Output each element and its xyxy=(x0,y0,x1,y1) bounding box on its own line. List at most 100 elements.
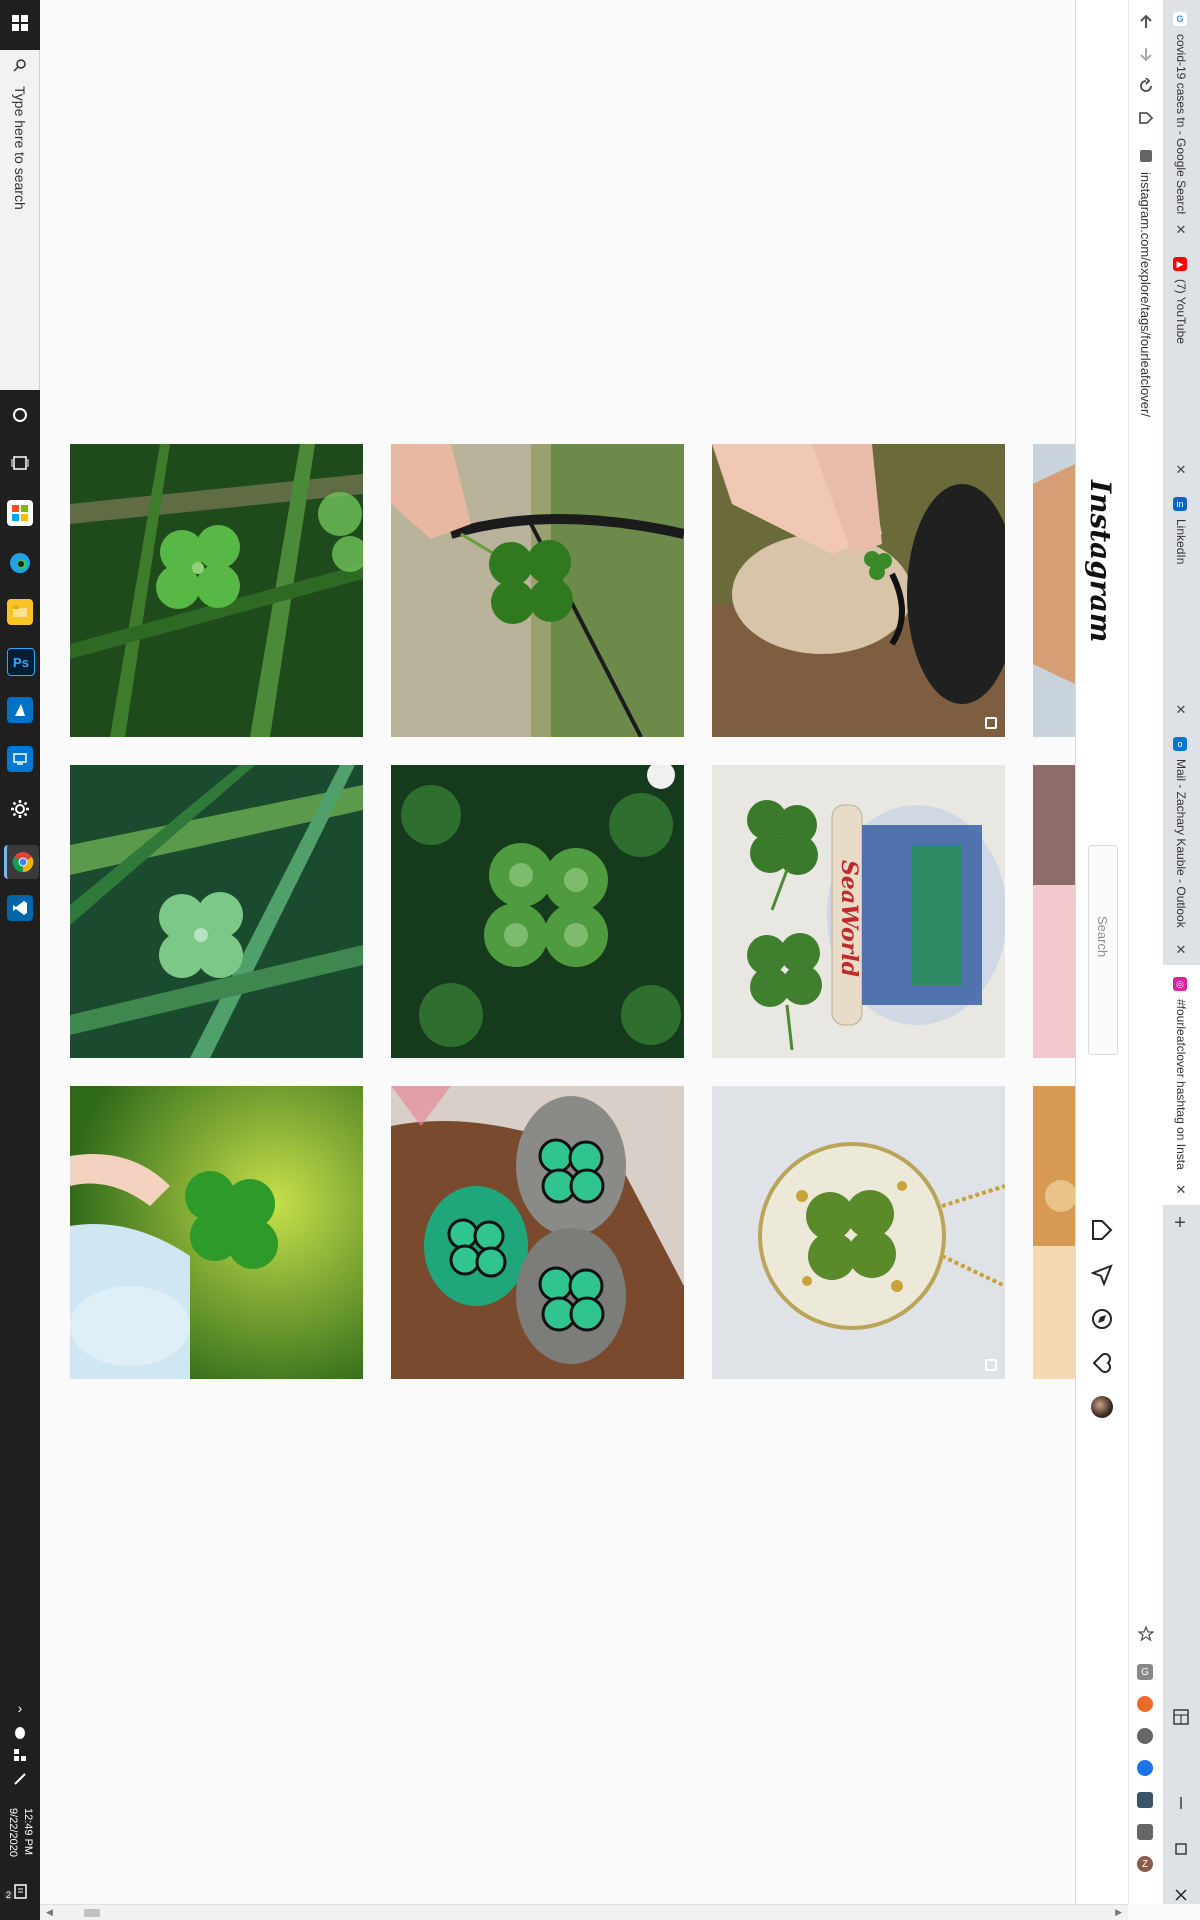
post-tile[interactable]: SeaWorld xyxy=(712,765,1005,1058)
scrollbar-thumb[interactable] xyxy=(84,1909,100,1917)
minimize-icon[interactable] xyxy=(1168,1790,1194,1816)
instagram-logo[interactable]: Instagram xyxy=(1084,480,1117,642)
instagram-header: Instagram Search xyxy=(1075,0,1128,1904)
tab-title: #fourleafclover hashtag on Insta xyxy=(1174,999,1188,1170)
post-tile[interactable] xyxy=(1033,1086,1075,1379)
horizontal-scrollbar[interactable]: ◀ ▶ xyxy=(40,1904,1128,1920)
extension-blue-icon[interactable] xyxy=(1137,1760,1153,1776)
post-tile[interactable] xyxy=(70,765,363,1058)
tab-title: (7) YouTube xyxy=(1174,279,1188,344)
tab-linkedin[interactable]: in LinkedIn ✕ xyxy=(1163,485,1200,725)
taskbar-date: 9/22/2020 xyxy=(7,1808,19,1857)
extension-dark-icon[interactable] xyxy=(1137,1792,1153,1808)
activity-icon[interactable] xyxy=(1089,1350,1115,1376)
browser-toolbar: instagram.com/explore/tags/fourleafclove… xyxy=(1128,0,1163,1904)
instagram-search-placeholder: Search xyxy=(1095,916,1110,958)
tab-title: Mail - Zachary Kauble - Outlook xyxy=(1174,759,1188,928)
onedrive-icon[interactable] xyxy=(6,1726,34,1746)
clover-jar-image xyxy=(70,1086,363,1379)
chevron-up-icon[interactable]: › xyxy=(6,1700,34,1720)
post-tile[interactable] xyxy=(391,444,684,737)
forward-icon[interactable] xyxy=(1134,42,1158,66)
seaworld-text: SeaWorld xyxy=(836,860,862,977)
clover-patch-image xyxy=(391,765,684,1058)
taskbar-time: 12:49 PM xyxy=(22,1808,34,1856)
post-tile[interactable] xyxy=(70,444,363,737)
extension-orange-icon[interactable] xyxy=(1137,1696,1153,1712)
extensions-puzzle-icon[interactable] xyxy=(1137,1824,1153,1840)
cortana-icon[interactable] xyxy=(7,402,33,428)
vscode-icon[interactable] xyxy=(7,895,33,921)
post-tile[interactable] xyxy=(712,444,1005,737)
photoshop-icon[interactable]: Ps xyxy=(7,648,35,676)
profile-avatar[interactable] xyxy=(1091,1396,1113,1418)
linkedin-icon: in xyxy=(1173,497,1187,511)
close-icon[interactable]: ✕ xyxy=(1173,942,1189,958)
reload-icon[interactable] xyxy=(1134,74,1158,98)
chrome-icon[interactable] xyxy=(4,845,39,879)
network-icon[interactable] xyxy=(6,1748,34,1768)
tab-title: covid-19 cases tn - Google Search xyxy=(1174,34,1188,214)
new-tab-button[interactable]: + xyxy=(1172,1213,1188,1233)
instagram-search-input[interactable]: Search xyxy=(1088,845,1118,1055)
remote-desktop-icon[interactable] xyxy=(7,746,33,772)
post-tile[interactable] xyxy=(712,1086,1005,1379)
windows-start-icon[interactable] xyxy=(6,8,34,38)
direct-icon[interactable] xyxy=(1089,1262,1115,1288)
azure-icon[interactable] xyxy=(7,697,33,723)
screen: Type here to search Ps › 12:49 PM 9/22/2… xyxy=(0,0,1200,1920)
close-icon[interactable]: ✕ xyxy=(1173,462,1189,478)
post-tile[interactable] xyxy=(391,765,684,1058)
task-view-icon[interactable] xyxy=(7,450,33,476)
outlook-icon: o xyxy=(1173,737,1187,751)
partial-image xyxy=(1033,444,1075,737)
tab-youtube[interactable]: ▶ (7) YouTube ✕ xyxy=(1163,245,1200,485)
extension-circle-icon[interactable] xyxy=(1137,1728,1153,1744)
extension-g-icon[interactable]: G xyxy=(1137,1664,1153,1680)
post-tile[interactable] xyxy=(70,1086,363,1379)
explore-icon[interactable] xyxy=(1089,1306,1115,1332)
restore-window-icon[interactable] xyxy=(1168,1704,1194,1730)
profile-z-icon[interactable]: Z xyxy=(1137,1856,1153,1872)
resin-pendant-image xyxy=(712,1086,1005,1379)
scroll-right-icon[interactable]: ▶ xyxy=(1115,1907,1122,1918)
home-icon[interactable] xyxy=(1089,1217,1115,1243)
partial-image xyxy=(1033,1086,1075,1379)
bookmark-star-icon[interactable] xyxy=(1134,1622,1158,1646)
hand-clover-pug-image xyxy=(712,444,1005,737)
file-explorer-icon[interactable] xyxy=(7,599,33,625)
pen-icon[interactable] xyxy=(6,1772,34,1792)
edge-icon[interactable] xyxy=(7,550,33,576)
tab-title: LinkedIn xyxy=(1174,519,1188,565)
close-icon[interactable]: ✕ xyxy=(1173,222,1189,238)
taskbar-clock[interactable]: 12:49 PM 9/22/2020 xyxy=(4,1808,38,1888)
multiple-posts-icon xyxy=(985,717,997,729)
maximize-icon[interactable] xyxy=(1168,1836,1194,1862)
close-icon[interactable]: ✕ xyxy=(1173,1182,1189,1198)
instagram-icon: ◎ xyxy=(1173,977,1187,991)
action-center-icon[interactable]: 2 xyxy=(4,1884,34,1904)
taskbar-search-box[interactable]: Type here to search xyxy=(0,50,40,390)
multiple-posts-icon xyxy=(985,1359,997,1371)
close-icon[interactable]: ✕ xyxy=(1173,702,1189,718)
post-tile[interactable] xyxy=(391,1086,684,1379)
tab-outlook[interactable]: o Mail - Zachary Kauble - Outlook ✕ xyxy=(1163,725,1200,965)
post-tile[interactable] xyxy=(1033,444,1075,737)
back-icon[interactable] xyxy=(1134,10,1158,34)
clover-grass-image xyxy=(70,444,363,737)
tab-strip: G covid-19 cases tn - Google Search ✕ ▶ … xyxy=(1163,0,1200,1904)
store-icon[interactable] xyxy=(7,500,33,526)
address-bar[interactable]: instagram.com/explore/tags/fourleafclove… xyxy=(1136,150,1158,460)
address-url: instagram.com/explore/tags/fourleafclove… xyxy=(1138,172,1153,417)
search-icon xyxy=(11,58,29,76)
clover-blades-image xyxy=(70,765,363,1058)
tab-google[interactable]: G covid-19 cases tn - Google Search ✕ xyxy=(1163,0,1200,245)
post-tile[interactable] xyxy=(1033,765,1075,1058)
home-button-icon[interactable] xyxy=(1134,106,1158,130)
partial-image xyxy=(1033,765,1075,1058)
close-window-icon[interactable] xyxy=(1168,1882,1194,1908)
taskbar-search-placeholder: Type here to search xyxy=(12,86,28,210)
tab-instagram-active[interactable]: ◎ #fourleafclover hashtag on Insta ✕ xyxy=(1163,965,1200,1205)
scroll-left-icon[interactable]: ◀ xyxy=(46,1907,53,1918)
settings-icon[interactable] xyxy=(7,796,33,822)
